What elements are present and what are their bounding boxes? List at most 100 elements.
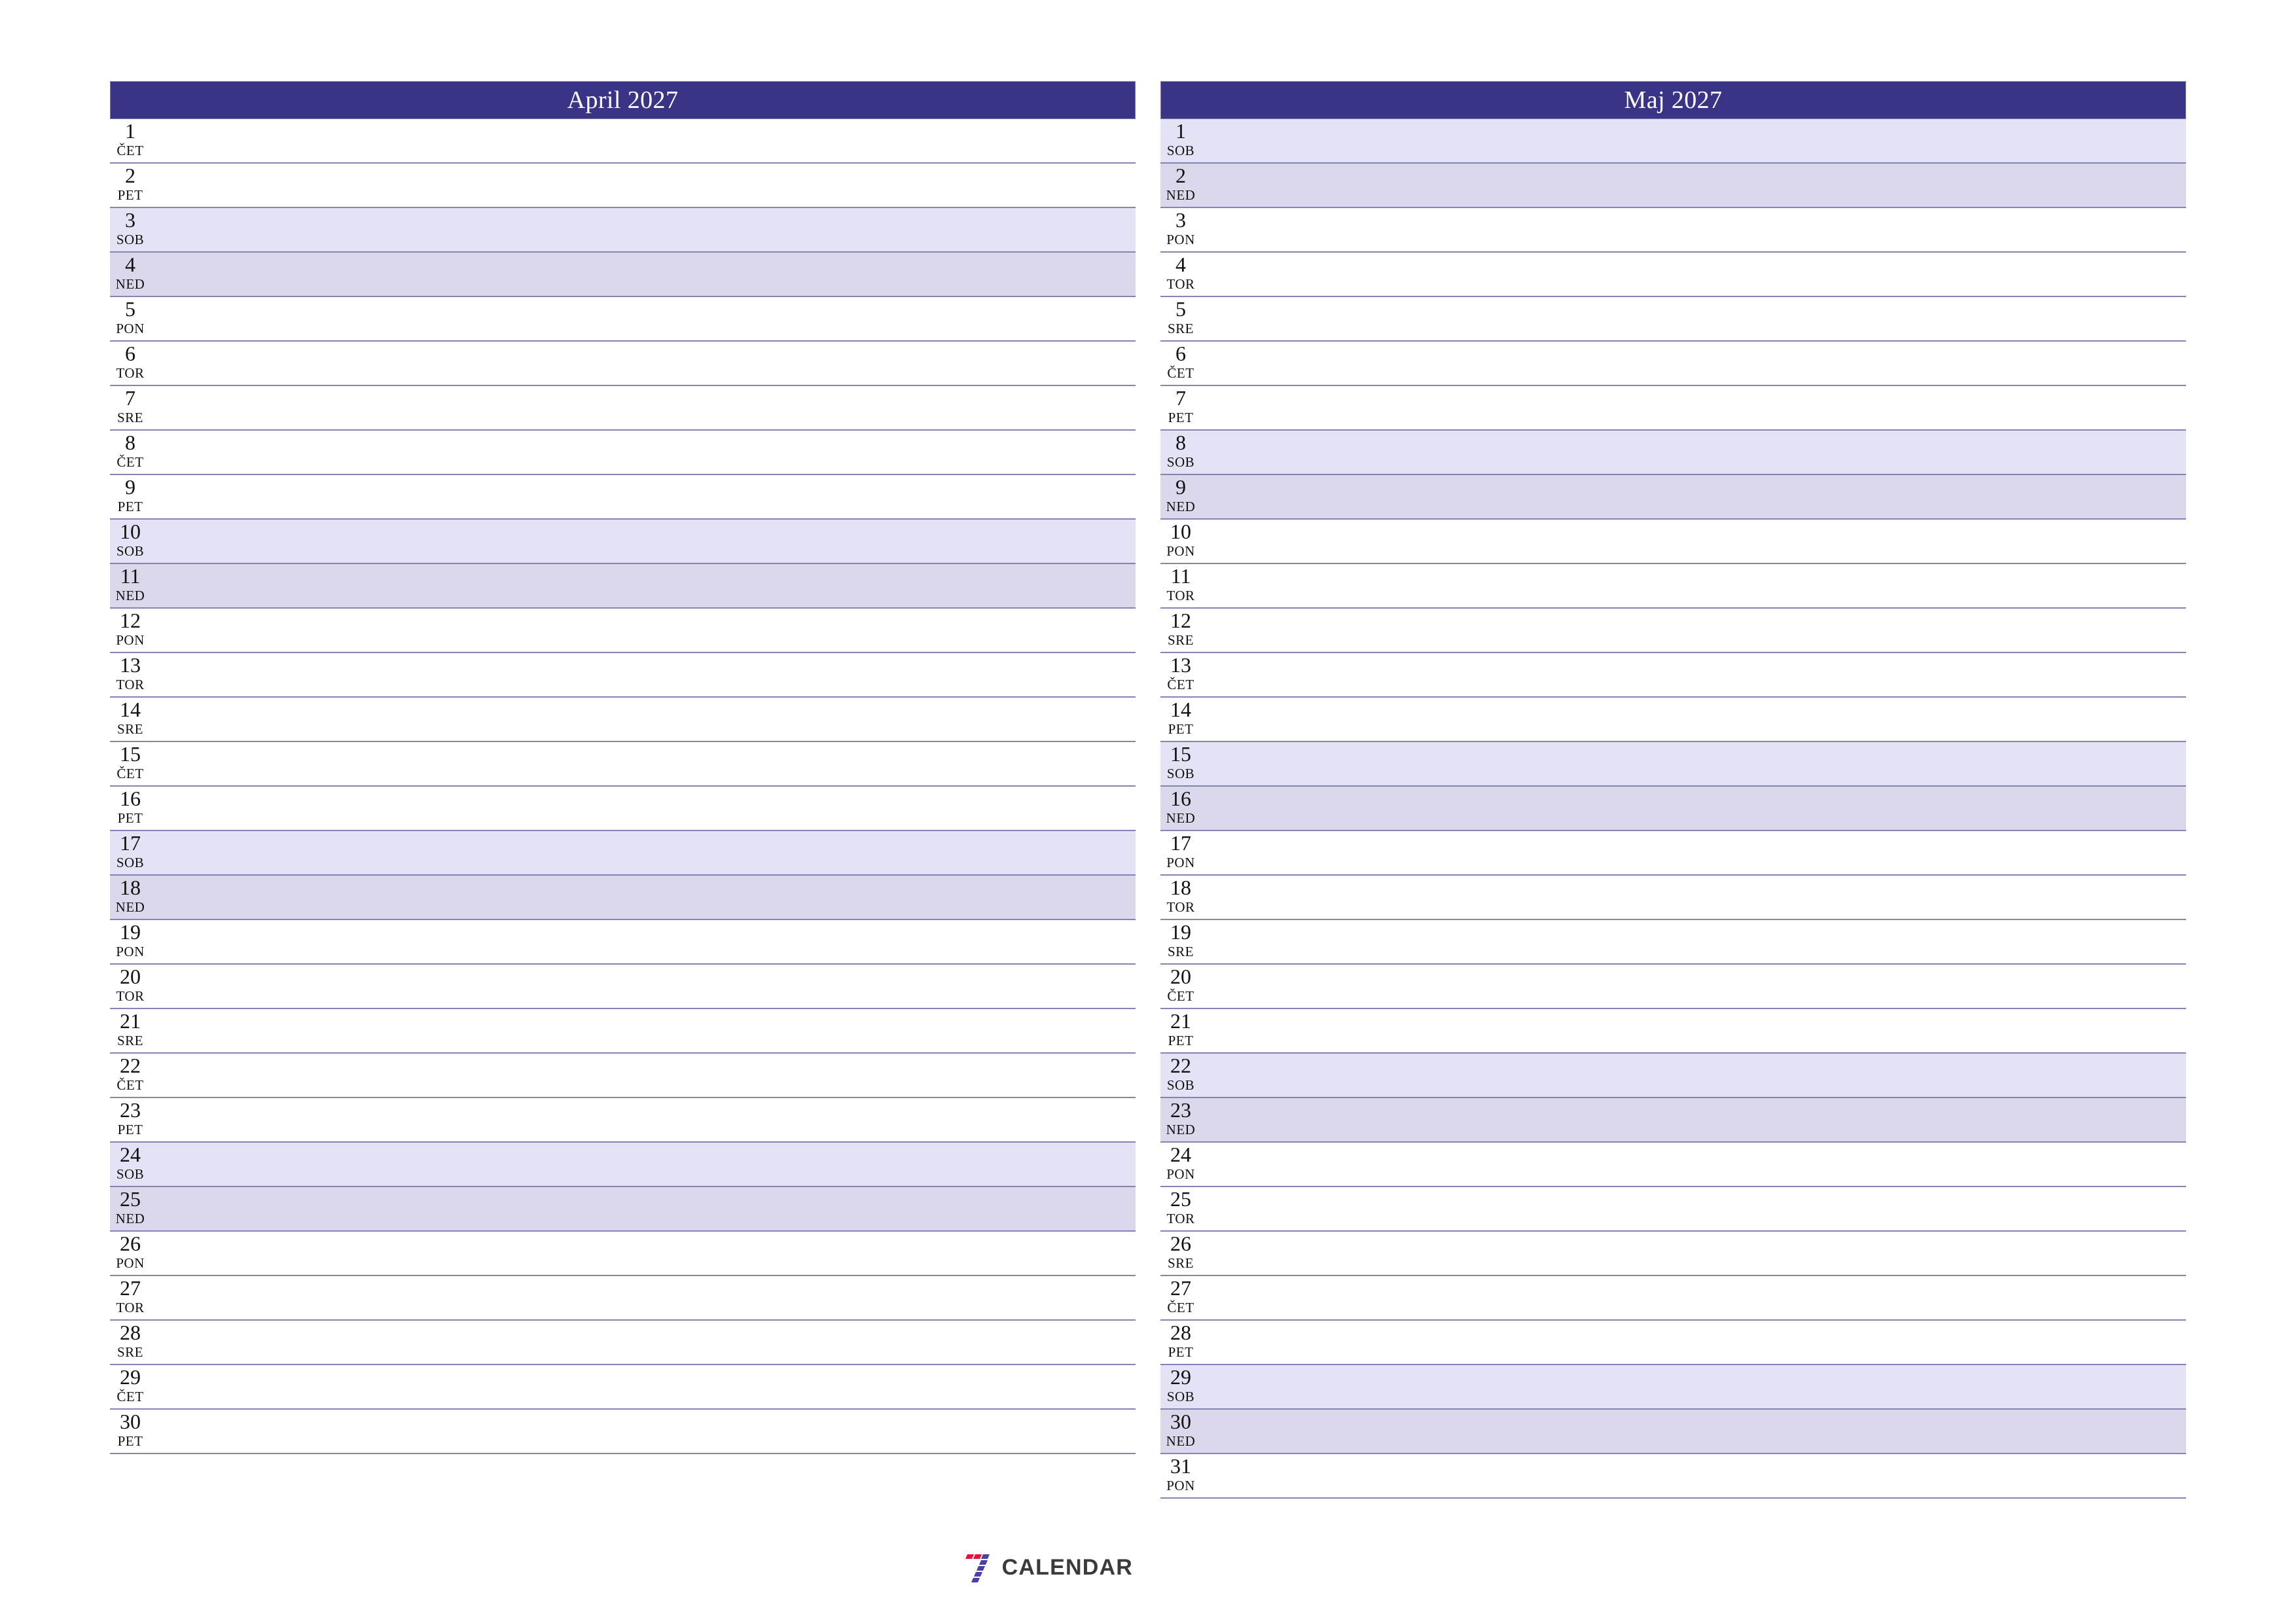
day-row[interactable]: 19 PON <box>110 920 1136 965</box>
day-row[interactable]: 17 PON <box>1160 831 2186 876</box>
day-row[interactable]: 9 PET <box>110 475 1136 520</box>
day-row[interactable]: 23 PET <box>110 1098 1136 1143</box>
day-notes-area[interactable] <box>1201 208 2186 251</box>
day-row[interactable]: 19 SRE <box>1160 920 2186 965</box>
day-row[interactable]: 16 NED <box>1160 787 2186 831</box>
day-notes-area[interactable] <box>151 208 1136 251</box>
day-row[interactable]: 1 SOB <box>1160 119 2186 164</box>
day-row[interactable]: 17 SOB <box>110 831 1136 876</box>
day-row[interactable]: 27 TOR <box>110 1276 1136 1321</box>
day-row[interactable]: 11 TOR <box>1160 564 2186 609</box>
day-notes-area[interactable] <box>151 386 1136 429</box>
day-notes-area[interactable] <box>151 297 1136 340</box>
day-row[interactable]: 21 SRE <box>110 1009 1136 1054</box>
day-notes-area[interactable] <box>151 431 1136 474</box>
day-row[interactable]: 8 ČET <box>110 431 1136 475</box>
day-notes-area[interactable] <box>151 698 1136 741</box>
day-notes-area[interactable] <box>151 1232 1136 1275</box>
day-row[interactable]: 15 ČET <box>110 742 1136 787</box>
day-row[interactable]: 29 SOB <box>1160 1365 2186 1410</box>
day-row[interactable]: 31 PON <box>1160 1454 2186 1499</box>
day-notes-area[interactable] <box>151 965 1136 1008</box>
day-notes-area[interactable] <box>151 653 1136 696</box>
day-notes-area[interactable] <box>151 1410 1136 1453</box>
day-row[interactable]: 28 PET <box>1160 1321 2186 1365</box>
day-notes-area[interactable] <box>1201 1365 2186 1408</box>
day-row[interactable]: 22 SOB <box>1160 1054 2186 1098</box>
day-notes-area[interactable] <box>1201 1276 2186 1319</box>
day-row[interactable]: 3 SOB <box>110 208 1136 253</box>
day-row[interactable]: 16 PET <box>110 787 1136 831</box>
day-row[interactable]: 18 NED <box>110 876 1136 920</box>
day-notes-area[interactable] <box>1201 742 2186 785</box>
day-row[interactable]: 10 SOB <box>110 520 1136 564</box>
day-notes-area[interactable] <box>1201 564 2186 607</box>
day-notes-area[interactable] <box>1201 386 2186 429</box>
day-row[interactable]: 2 PET <box>110 164 1136 208</box>
day-row[interactable]: 13 TOR <box>110 653 1136 698</box>
day-notes-area[interactable] <box>1201 653 2186 696</box>
day-notes-area[interactable] <box>151 1276 1136 1319</box>
day-row[interactable]: 12 SRE <box>1160 609 2186 653</box>
day-notes-area[interactable] <box>151 1098 1136 1141</box>
day-notes-area[interactable] <box>151 1143 1136 1186</box>
day-notes-area[interactable] <box>1201 342 2186 385</box>
day-row[interactable]: 3 PON <box>1160 208 2186 253</box>
day-row[interactable]: 10 PON <box>1160 520 2186 564</box>
day-row[interactable]: 12 PON <box>110 609 1136 653</box>
day-row[interactable]: 26 PON <box>110 1232 1136 1276</box>
day-row[interactable]: 11 NED <box>110 564 1136 609</box>
day-row[interactable]: 7 PET <box>1160 386 2186 431</box>
day-row[interactable]: 5 PON <box>110 297 1136 342</box>
day-row[interactable]: 28 SRE <box>110 1321 1136 1365</box>
day-row[interactable]: 30 PET <box>110 1410 1136 1454</box>
day-row[interactable]: 1 ČET <box>110 119 1136 164</box>
day-notes-area[interactable] <box>151 164 1136 207</box>
day-notes-area[interactable] <box>1201 920 2186 963</box>
day-row[interactable]: 2 NED <box>1160 164 2186 208</box>
day-row[interactable]: 20 ČET <box>1160 965 2186 1009</box>
day-row[interactable]: 6 ČET <box>1160 342 2186 386</box>
day-notes-area[interactable] <box>1201 164 2186 207</box>
day-notes-area[interactable] <box>1201 1009 2186 1052</box>
day-notes-area[interactable] <box>151 119 1136 162</box>
day-notes-area[interactable] <box>1201 1454 2186 1497</box>
day-row[interactable]: 22 ČET <box>110 1054 1136 1098</box>
day-row[interactable]: 9 NED <box>1160 475 2186 520</box>
day-row[interactable]: 29 ČET <box>110 1365 1136 1410</box>
day-notes-area[interactable] <box>1201 253 2186 296</box>
day-notes-area[interactable] <box>151 1054 1136 1097</box>
day-row[interactable]: 18 TOR <box>1160 876 2186 920</box>
day-notes-area[interactable] <box>151 1009 1136 1052</box>
day-row[interactable]: 13 ČET <box>1160 653 2186 698</box>
day-row[interactable]: 5 SRE <box>1160 297 2186 342</box>
day-notes-area[interactable] <box>151 742 1136 785</box>
day-notes-area[interactable] <box>1201 1321 2186 1364</box>
day-row[interactable]: 4 NED <box>110 253 1136 297</box>
day-row[interactable]: 30 NED <box>1160 1410 2186 1454</box>
day-notes-area[interactable] <box>1201 1187 2186 1230</box>
day-notes-area[interactable] <box>151 609 1136 652</box>
day-notes-area[interactable] <box>1201 609 2186 652</box>
day-notes-area[interactable] <box>151 1187 1136 1230</box>
day-notes-area[interactable] <box>1201 698 2186 741</box>
day-row[interactable]: 21 PET <box>1160 1009 2186 1054</box>
day-row[interactable]: 27 ČET <box>1160 1276 2186 1321</box>
day-notes-area[interactable] <box>1201 119 2186 162</box>
day-notes-area[interactable] <box>1201 297 2186 340</box>
day-notes-area[interactable] <box>1201 787 2186 830</box>
day-notes-area[interactable] <box>1201 965 2186 1008</box>
day-row[interactable]: 14 SRE <box>110 698 1136 742</box>
day-notes-area[interactable] <box>1201 475 2186 518</box>
day-notes-area[interactable] <box>1201 876 2186 919</box>
day-row[interactable]: 8 SOB <box>1160 431 2186 475</box>
day-notes-area[interactable] <box>1201 1054 2186 1097</box>
day-notes-area[interactable] <box>151 520 1136 563</box>
day-row[interactable]: 26 SRE <box>1160 1232 2186 1276</box>
day-notes-area[interactable] <box>1201 1098 2186 1141</box>
day-notes-area[interactable] <box>1201 1410 2186 1453</box>
day-notes-area[interactable] <box>151 787 1136 830</box>
day-notes-area[interactable] <box>1201 431 2186 474</box>
day-row[interactable]: 4 TOR <box>1160 253 2186 297</box>
day-row[interactable]: 6 TOR <box>110 342 1136 386</box>
